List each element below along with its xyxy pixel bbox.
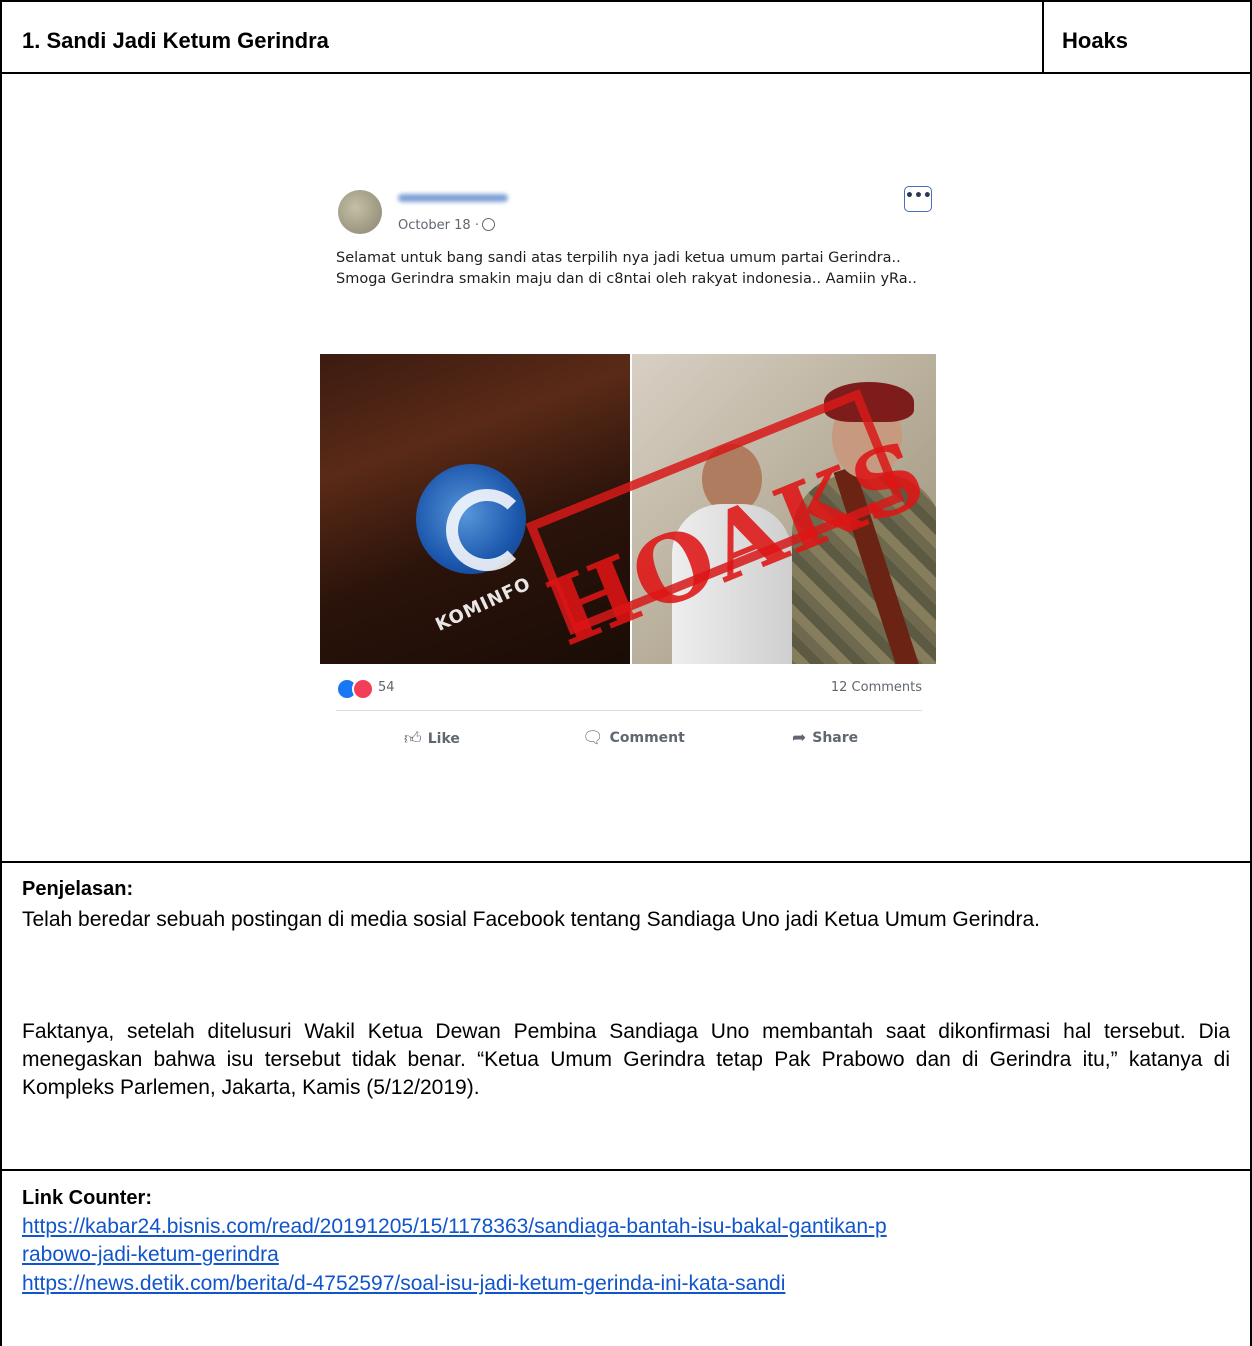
love-reaction-icon — [352, 678, 374, 700]
like-icon: 👍︎ — [404, 729, 422, 749]
hoax-report-table: 1. Sandi Jadi Ketum Gerindra Hoaks Octob… — [0, 0, 1252, 1346]
explanation-paragraph-1: Telah beredar sebuah postingan di media … — [22, 908, 1040, 931]
comment-icon: 🗨︎ — [582, 728, 604, 748]
link-counter-heading: Link Counter: — [22, 1187, 152, 1209]
table-border-left — [0, 0, 2, 1346]
share-label: Share — [812, 730, 859, 746]
facebook-post-screenshot: October 18 · ••• Selamat untuk bang sand… — [320, 172, 936, 760]
like-label: Like — [427, 731, 460, 747]
counter-link-1[interactable]: https://kabar24.bisnis.com/read/20191205… — [22, 1213, 887, 1241]
header-divider — [0, 72, 1252, 74]
counter-link-1-continued[interactable]: rabowo-jadi-ketum-gerindra — [22, 1241, 279, 1269]
share-action: ➦ Share — [792, 728, 858, 748]
explanation-paragraph-2: Faktanya, setelah ditelusuri Wakil Ketua… — [22, 1020, 1230, 1099]
post-text-line-1: Selamat untuk bang sandi atas terpilih n… — [336, 250, 901, 266]
comment-action: 🗨︎ Comment — [582, 728, 685, 748]
post-photo: KOMINFO HOAKS — [320, 354, 936, 664]
post-divider — [336, 710, 922, 711]
post-text: Selamat untuk bang sandi atas terpilih n… — [336, 248, 931, 290]
image-row-divider — [0, 861, 1252, 863]
blurred-username — [398, 194, 508, 202]
globe-icon — [481, 218, 495, 231]
reaction-count: 54 — [378, 680, 395, 695]
explanation-heading: Penjelasan: — [22, 878, 134, 900]
table-border-top — [0, 0, 1252, 2]
hoax-title: 1. Sandi Jadi Ketum Gerindra — [22, 28, 329, 53]
verdict-label: Hoaks — [1062, 28, 1129, 53]
post-text-line-2: Smoga Gerindra smakin maju dan di c8ntai… — [336, 271, 917, 287]
comments-count: 12 Comments — [830, 680, 922, 695]
reactions-row: 54 12 Comments — [336, 678, 922, 700]
counter-link-2[interactable]: https://news.detik.com/berita/d-4752597/… — [22, 1270, 785, 1298]
post-date: October 18 · — [398, 218, 495, 233]
comment-label: Comment — [609, 730, 685, 746]
share-icon: ➦ — [792, 728, 807, 748]
more-options-button: ••• — [904, 186, 932, 212]
kominfo-logo-mark — [446, 489, 528, 571]
header-column-divider — [1042, 0, 1044, 73]
explanation-row-divider — [0, 1169, 1252, 1171]
post-date-text: October 18 · — [398, 218, 479, 233]
avatar — [338, 190, 382, 234]
like-action: 👍︎ Like — [404, 728, 460, 749]
